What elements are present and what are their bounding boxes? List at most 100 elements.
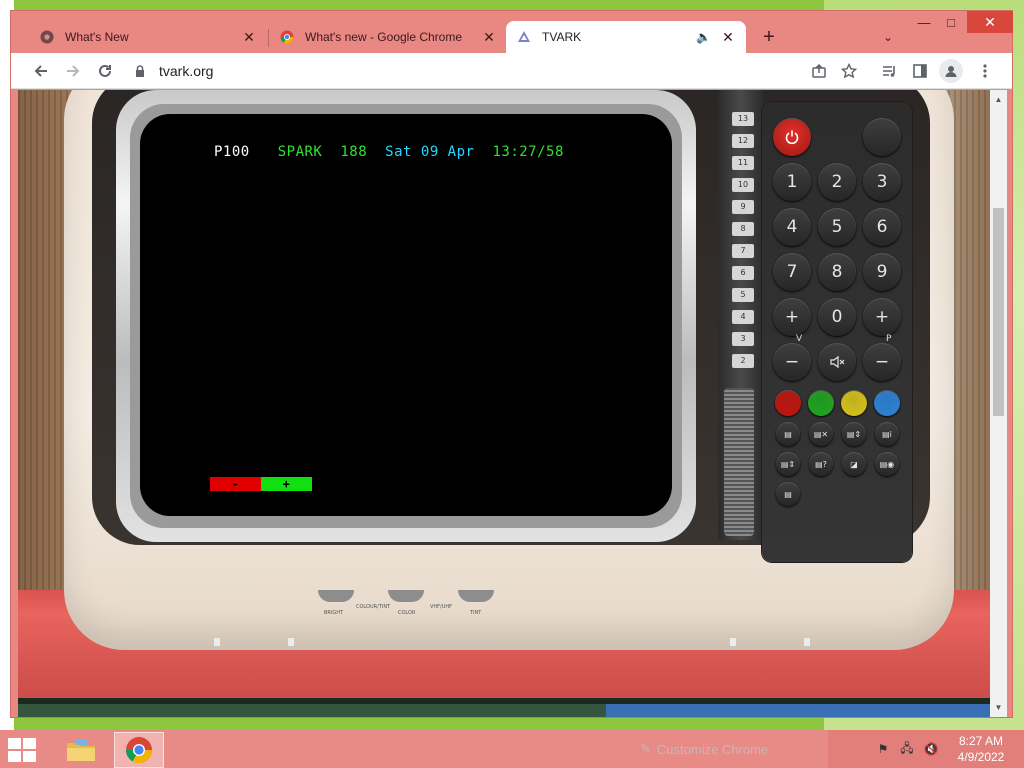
teletext-page-counter: 188 (340, 144, 368, 160)
url-text: tvark.org (159, 63, 214, 79)
network-icon[interactable]: 🖧 (898, 740, 916, 758)
close-tab-icon[interactable]: ✕ (241, 29, 257, 46)
tint-knob[interactable] (458, 590, 494, 602)
blue-button[interactable] (874, 390, 900, 416)
digit-button[interactable]: 9 (863, 253, 901, 291)
bright-knob[interactable] (318, 590, 354, 602)
teletext-subpage-icon: ▤◉ (879, 459, 895, 469)
digit-button[interactable]: 3 (863, 163, 901, 201)
side-panel-icon[interactable] (908, 59, 932, 83)
power-button[interactable] (773, 118, 811, 156)
forward-arrow-icon[interactable] (61, 59, 85, 83)
channel-button[interactable]: 11 (732, 156, 754, 170)
teletext-index-button[interactable]: ▤i (875, 422, 899, 446)
teletext-plus-button[interactable]: + (261, 477, 312, 491)
volume-label: V (796, 334, 803, 344)
teletext-button[interactable]: ▤ (776, 422, 800, 446)
teletext-hold-button[interactable]: ▤⇕ (776, 452, 800, 476)
customize-chrome-button[interactable]: ✎ Customize Chrome (640, 730, 840, 768)
green-button[interactable] (808, 390, 834, 416)
maximize-button[interactable]: □ (936, 11, 966, 33)
tv-screen[interactable]: P100 SPARK 188 Sat 09 Apr 13:27/58 - + (140, 114, 672, 516)
profile-avatar-icon[interactable] (939, 59, 963, 83)
blank-button[interactable] (863, 118, 901, 156)
file-explorer-icon[interactable] (56, 732, 106, 768)
reload-icon[interactable] (93, 59, 117, 83)
channel-button[interactable]: 2 (732, 354, 754, 368)
teletext-cancel-icon: ▤✕ (813, 429, 829, 439)
channel-button[interactable]: 3 (732, 332, 754, 346)
power-icon (785, 130, 799, 145)
action-center-flag-icon[interactable]: ⚑ (874, 740, 892, 758)
close-tab-icon[interactable]: ✕ (720, 29, 736, 46)
digit-button[interactable]: 1 (773, 163, 811, 201)
knob-label: COLOUR/TINT (356, 604, 391, 610)
minimize-button[interactable]: — (909, 11, 939, 33)
tab-tvark[interactable]: TVARK 🔈 ✕ (506, 21, 746, 53)
teletext-reveal-icon: ▤? (815, 459, 827, 469)
volume-muted-icon[interactable]: 🔇 (922, 740, 940, 758)
red-button[interactable] (775, 390, 801, 416)
teletext-minus-button[interactable]: - (210, 477, 261, 491)
channel-button[interactable]: 6 (732, 266, 754, 280)
browser-toolbar: tvark.org (11, 53, 1012, 89)
teletext-update-button[interactable]: ▤ (776, 482, 800, 506)
volume-down-button[interactable]: − (773, 343, 811, 381)
channel-button[interactable]: 12 (732, 134, 754, 148)
digit-button[interactable]: 8 (818, 253, 856, 291)
program-down-button[interactable]: − (863, 343, 901, 381)
chrome-gray-icon (39, 29, 55, 45)
page-scrollbar[interactable]: ▲ ▼ (990, 90, 1007, 717)
scroll-up-arrow-icon[interactable]: ▲ (990, 92, 1007, 106)
channel-button[interactable]: 9 (732, 200, 754, 214)
share-icon[interactable] (807, 59, 831, 83)
chrome-taskbar-icon[interactable] (114, 732, 164, 768)
channel-button[interactable]: 5 (732, 288, 754, 302)
new-tab-button[interactable]: + (757, 25, 781, 49)
speaker-grill (724, 388, 754, 536)
digit-button[interactable]: 5 (818, 208, 856, 246)
bookmark-star-icon[interactable] (837, 59, 861, 83)
teletext-size-button[interactable]: ▤⇕ (842, 422, 866, 446)
teletext-cancel-button[interactable]: ▤✕ (809, 422, 833, 446)
media-control-icon[interactable] (877, 59, 901, 83)
teletext-mix-button[interactable]: ◪ (842, 452, 866, 476)
program-up-button[interactable]: + (863, 298, 901, 336)
tab-title: What's New (65, 30, 129, 44)
tab-whats-new[interactable]: What's New ✕ (29, 21, 267, 53)
tab-strip: What's New ✕ What's new - Google Chrome … (11, 11, 1013, 53)
teletext-subpage-button[interactable]: ▤◉ (875, 452, 899, 476)
yellow-button[interactable] (841, 390, 867, 416)
menu-kebab-icon[interactable] (973, 59, 997, 83)
digit-button[interactable]: 4 (773, 208, 811, 246)
tab-search-icon[interactable]: ⌄ (877, 26, 899, 48)
lock-icon[interactable] (135, 65, 149, 77)
channel-button[interactable]: 13 (732, 112, 754, 126)
tab-whats-new-chrome[interactable]: What's new - Google Chrome ✕ (269, 21, 507, 53)
address-bar[interactable]: tvark.org (127, 57, 867, 85)
channel-button[interactable]: 7 (732, 244, 754, 258)
chrome-icon (279, 29, 295, 45)
digit-button[interactable]: 6 (863, 208, 901, 246)
volume-up-button[interactable]: + (773, 298, 811, 336)
back-arrow-icon[interactable] (29, 59, 53, 83)
teletext-reveal-button[interactable]: ▤? (809, 452, 833, 476)
scroll-down-arrow-icon[interactable]: ▼ (990, 700, 1007, 714)
digit-button[interactable]: 0 (818, 298, 856, 336)
scroll-thumb[interactable] (993, 208, 1004, 416)
digit-button[interactable]: 2 (818, 163, 856, 201)
channel-button[interactable]: 4 (732, 310, 754, 324)
channel-button[interactable]: 8 (732, 222, 754, 236)
close-tab-icon[interactable]: ✕ (481, 29, 497, 46)
color-knob[interactable] (388, 590, 424, 602)
mute-button[interactable] (818, 343, 856, 381)
digit-button[interactable]: 7 (773, 253, 811, 291)
close-window-button[interactable]: ✕ (967, 11, 1013, 33)
channel-button[interactable]: 10 (732, 178, 754, 192)
tab-title: TVARK (542, 30, 582, 44)
windows-start-icon[interactable] (8, 738, 36, 762)
browser-window: What's New ✕ What's new - Google Chrome … (10, 10, 1013, 718)
system-clock[interactable]: 8:27 AM 4/9/2022 (946, 733, 1016, 765)
speaker-icon[interactable]: 🔈 (696, 30, 712, 44)
clock-date: 4/9/2022 (957, 750, 1005, 764)
